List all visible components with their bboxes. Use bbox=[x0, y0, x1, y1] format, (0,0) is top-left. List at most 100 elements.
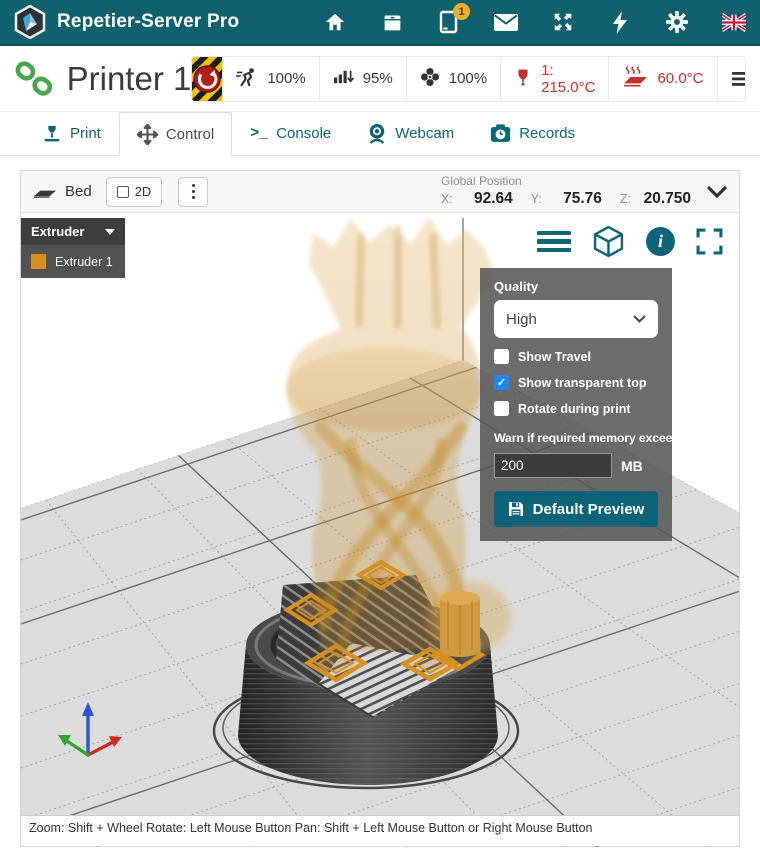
settings-gear-icon[interactable] bbox=[665, 10, 689, 34]
info-button[interactable]: i bbox=[646, 227, 675, 256]
default-preview-button[interactable]: Default Preview bbox=[494, 491, 658, 527]
rotate-during-print-checkbox[interactable]: Rotate during print bbox=[494, 401, 658, 416]
fan-icon bbox=[420, 67, 440, 91]
emergency-stop-button[interactable] bbox=[192, 56, 223, 101]
printer-tabs: Print Control >_ Console Webcam Records bbox=[0, 112, 760, 156]
home-icon[interactable] bbox=[323, 10, 347, 34]
viewer-more-button[interactable] bbox=[178, 176, 209, 207]
repetier-logo-icon[interactable] bbox=[14, 5, 46, 39]
extruder-item-label: Extruder 1 bbox=[55, 254, 113, 269]
link-status-icon[interactable] bbox=[14, 57, 55, 101]
console-tab-icon: >_ bbox=[250, 125, 269, 142]
viewer-toolbar: i bbox=[537, 225, 723, 258]
layers-menu-button[interactable] bbox=[537, 227, 571, 257]
navbar-icons: 1 bbox=[323, 3, 746, 34]
memory-input-row: MB bbox=[494, 453, 658, 478]
top-navbar: Repetier-Server Pro 1 bbox=[0, 0, 760, 46]
z-label: Z: bbox=[619, 192, 631, 207]
y-value: 75.76 bbox=[563, 190, 602, 208]
show-transparent-top-checkbox[interactable]: ✓ Show transparent top bbox=[494, 375, 658, 390]
default-preview-label: Default Preview bbox=[532, 500, 645, 518]
tab-print[interactable]: Print bbox=[24, 112, 119, 155]
expand-arrows-icon[interactable] bbox=[551, 10, 575, 34]
devices-icon[interactable]: 1 bbox=[437, 3, 470, 34]
collapse-chevron-icon[interactable] bbox=[707, 185, 727, 198]
extruder-legend-item[interactable]: Extruder 1 bbox=[21, 245, 125, 278]
extruder-icon bbox=[514, 66, 532, 92]
flow-multiplier-button[interactable]: 95% bbox=[318, 56, 406, 101]
speed-icon bbox=[236, 67, 258, 91]
toggle-2d-button[interactable]: 2D bbox=[105, 176, 163, 207]
bed-icon bbox=[33, 190, 57, 198]
fullscreen-icon[interactable] bbox=[696, 228, 723, 255]
rotate-during-print-label: Rotate during print bbox=[518, 401, 631, 416]
save-icon bbox=[508, 502, 523, 516]
hamburger-icon bbox=[731, 71, 746, 86]
printer-queue-icon[interactable] bbox=[380, 10, 404, 34]
extruder-legend-header[interactable]: Extruder bbox=[21, 218, 125, 245]
checkbox-unchecked-icon bbox=[494, 349, 509, 364]
flow-icon bbox=[333, 67, 354, 90]
y-label: Y: bbox=[530, 192, 542, 207]
x-label: X: bbox=[440, 192, 453, 207]
records-tab-icon bbox=[491, 124, 511, 142]
print-tab-icon bbox=[44, 125, 60, 141]
extruder-temp-value: 1: 215.0°C bbox=[541, 61, 596, 96]
quality-value: High bbox=[506, 310, 537, 328]
quality-select[interactable]: High bbox=[494, 300, 658, 338]
show-travel-label: Show Travel bbox=[518, 349, 591, 364]
memory-input[interactable] bbox=[494, 453, 612, 478]
tab-print-label: Print bbox=[70, 125, 101, 142]
show-transparent-top-label: Show transparent top bbox=[518, 375, 647, 390]
cube-3d-icon[interactable] bbox=[592, 225, 625, 258]
extruder-color-swatch bbox=[31, 254, 46, 269]
tab-webcam-label: Webcam bbox=[395, 125, 455, 142]
devices-badge: 1 bbox=[453, 3, 470, 20]
tab-records[interactable]: Records bbox=[472, 112, 593, 155]
language-flag-icon[interactable] bbox=[722, 10, 746, 34]
bed-temp-button[interactable]: 60.0°C bbox=[608, 56, 717, 101]
flow-value: 95% bbox=[362, 70, 393, 87]
printer-menu-button[interactable] bbox=[716, 56, 746, 101]
speed-value: 100% bbox=[267, 70, 306, 87]
app-title: Repetier-Server Pro bbox=[57, 11, 240, 32]
x-value: 92.64 bbox=[473, 190, 513, 208]
heated-bed-icon bbox=[622, 65, 648, 92]
toggle-2d-label: 2D bbox=[134, 184, 152, 199]
chevron-down-icon bbox=[633, 315, 646, 323]
checkbox-unchecked-icon bbox=[494, 401, 509, 416]
caret-down-icon bbox=[105, 228, 115, 235]
viewer-help-text: Zoom: Shift + Wheel Rotate: Left Mouse B… bbox=[21, 815, 739, 846]
speed-multiplier-button[interactable]: 100% bbox=[222, 56, 319, 101]
tab-control[interactable]: Control bbox=[118, 112, 233, 156]
info-glyph: i bbox=[657, 231, 663, 251]
memory-unit-label: MB bbox=[621, 457, 643, 474]
extruder-legend: Extruder Extruder 1 bbox=[21, 218, 125, 278]
webcam-tab-icon bbox=[369, 123, 385, 144]
preview-settings-panel: Quality High Show Travel ✓ Show transpar… bbox=[480, 268, 687, 541]
tab-records-label: Records bbox=[519, 125, 576, 142]
printer-stats-toolbar: 100% 95% 100% 1: 215.0°C 60.0°C bbox=[191, 55, 746, 102]
z-value: 20.750 bbox=[643, 190, 691, 208]
bed-selector[interactable]: Bed bbox=[33, 183, 92, 200]
tab-console[interactable]: >_ Console bbox=[232, 112, 349, 155]
fan-speed-button[interactable]: 100% bbox=[405, 56, 501, 101]
extruder-temp-button[interactable]: 1: 215.0°C bbox=[500, 56, 609, 101]
fan-value: 100% bbox=[448, 70, 488, 87]
show-travel-checkbox[interactable]: Show Travel bbox=[494, 349, 658, 364]
mail-icon[interactable] bbox=[494, 10, 518, 34]
kebab-dot bbox=[191, 195, 196, 200]
tab-console-label: Console bbox=[276, 125, 332, 142]
memory-warn-label: Warn if required memory exceeds bbox=[494, 431, 687, 445]
checkbox-checked-icon: ✓ bbox=[494, 375, 509, 390]
quality-label: Quality bbox=[494, 279, 539, 294]
power-actions-icon[interactable] bbox=[608, 10, 632, 34]
control-tab-icon bbox=[136, 123, 158, 145]
viewer-header: Bed 2D Global Position X: 92.64 Y: 75.76… bbox=[21, 171, 739, 213]
preview-3d-viewer: Bed 2D Global Position X: 92.64 Y: 75.76… bbox=[20, 170, 740, 847]
tab-control-label: Control bbox=[165, 125, 215, 143]
tab-webcam[interactable]: Webcam bbox=[349, 112, 472, 155]
repetier-server-page: Repetier-Server Pro 1 Printer 1 100% 95%… bbox=[0, 0, 760, 849]
printer-header: Printer 1 100% 95% 100% 1: 215.0°C 60.0°… bbox=[0, 46, 760, 112]
checkbox-2d-icon bbox=[116, 185, 129, 198]
